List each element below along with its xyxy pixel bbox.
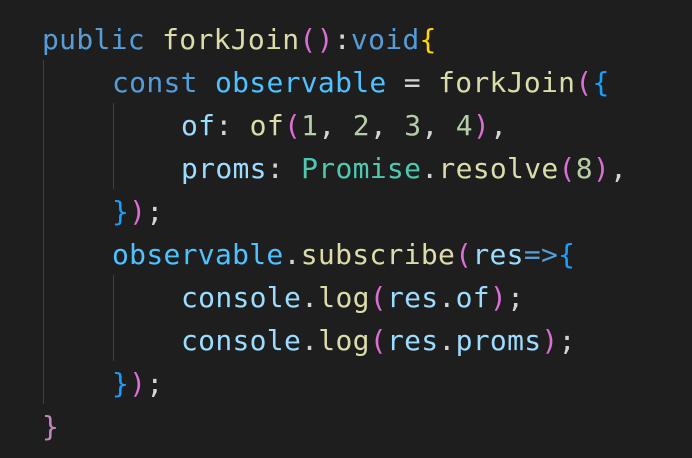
number-literal: 8 xyxy=(575,152,593,185)
comma: , xyxy=(369,109,388,142)
code-line-2[interactable]: const observable = forkJoin({ xyxy=(112,61,610,104)
colon: : xyxy=(333,23,351,56)
object-console: console xyxy=(181,324,302,357)
variable-observable: observable xyxy=(112,238,284,271)
number-literal: 2 xyxy=(352,109,370,142)
operator-assign: = xyxy=(403,66,421,99)
code-line-5[interactable]: }); xyxy=(112,190,164,233)
number-literal: 3 xyxy=(404,109,422,142)
semicolon: ; xyxy=(146,367,164,400)
method-resolve: resolve xyxy=(438,152,559,185)
comma: , xyxy=(610,152,628,185)
dot: . xyxy=(301,324,319,357)
code-line-10[interactable]: } xyxy=(42,405,59,448)
method-subscribe: subscribe xyxy=(300,238,456,271)
indent-guide xyxy=(113,103,114,189)
brace-close: } xyxy=(42,410,60,443)
property-key: proms xyxy=(181,152,267,185)
paren-close: ) xyxy=(316,23,334,56)
paren-open: ( xyxy=(558,152,576,185)
semicolon: ; xyxy=(146,195,164,228)
paren-close: ) xyxy=(472,109,491,142)
dot: . xyxy=(283,238,301,271)
comma: , xyxy=(490,109,508,142)
paren-close: ) xyxy=(541,324,559,357)
number-literal: 4 xyxy=(455,109,473,142)
number-literal: 1 xyxy=(301,109,319,142)
brace-open: { xyxy=(592,66,610,99)
keyword-const: const xyxy=(112,66,198,99)
property-of: of xyxy=(455,281,490,314)
paren-close: ) xyxy=(129,367,147,400)
comma: , xyxy=(421,109,439,142)
variable-observable: observable xyxy=(214,66,387,99)
brace-open: { xyxy=(558,238,576,271)
colon: : xyxy=(266,152,284,185)
arrow-operator: => xyxy=(523,238,559,271)
comma: , xyxy=(318,109,336,142)
code-line-7[interactable]: console.log(res.of); xyxy=(181,276,524,319)
method-log: log xyxy=(318,324,370,357)
code-line-8[interactable]: console.log(res.proms); xyxy=(181,319,576,362)
paren-open: ( xyxy=(369,324,387,357)
indent-guide xyxy=(43,60,44,404)
dot: . xyxy=(421,152,439,185)
dot: . xyxy=(438,324,456,357)
dot: . xyxy=(438,281,456,314)
property-proms: proms xyxy=(455,324,542,357)
brace-close: } xyxy=(112,195,130,228)
function-of: of xyxy=(249,109,284,142)
paren-close: ) xyxy=(592,152,611,185)
code-editor[interactable]: public forkJoin():void{ const observable… xyxy=(0,0,692,458)
brace-close: } xyxy=(112,367,130,400)
class-promise: Promise xyxy=(301,152,422,185)
code-line-9[interactable]: }); xyxy=(112,362,164,405)
dot: . xyxy=(301,281,319,314)
paren-close: ) xyxy=(129,195,147,228)
colon: : xyxy=(215,109,233,142)
brace-open: { xyxy=(419,23,437,56)
semicolon: ; xyxy=(507,281,525,314)
keyword-public: public xyxy=(42,23,145,56)
code-line-1[interactable]: public forkJoin():void{ xyxy=(42,18,437,61)
code-line-6[interactable]: observable.subscribe(res=>{ xyxy=(112,233,575,276)
paren-open: ( xyxy=(299,23,317,56)
property-key: of xyxy=(181,109,216,142)
param-res: res xyxy=(472,238,524,271)
function-forkjoin: forkJoin xyxy=(438,66,576,99)
paren-open: ( xyxy=(455,238,473,271)
semicolon: ; xyxy=(558,324,576,357)
paren-open: ( xyxy=(284,109,302,142)
object-console: console xyxy=(181,281,302,314)
paren-close: ) xyxy=(489,281,508,314)
paren-open: ( xyxy=(575,66,593,99)
paren-open: ( xyxy=(369,281,387,314)
code-line-3[interactable]: of: of(1, 2, 3, 4), xyxy=(181,104,507,147)
method-log: log xyxy=(318,281,370,314)
keyword-void: void xyxy=(350,23,420,56)
indent-guide xyxy=(113,275,114,361)
code-line-4[interactable]: proms: Promise.resolve(8), xyxy=(181,147,627,190)
variable-res: res xyxy=(386,324,439,357)
variable-res: res xyxy=(386,281,439,314)
method-name: forkJoin xyxy=(162,23,300,56)
